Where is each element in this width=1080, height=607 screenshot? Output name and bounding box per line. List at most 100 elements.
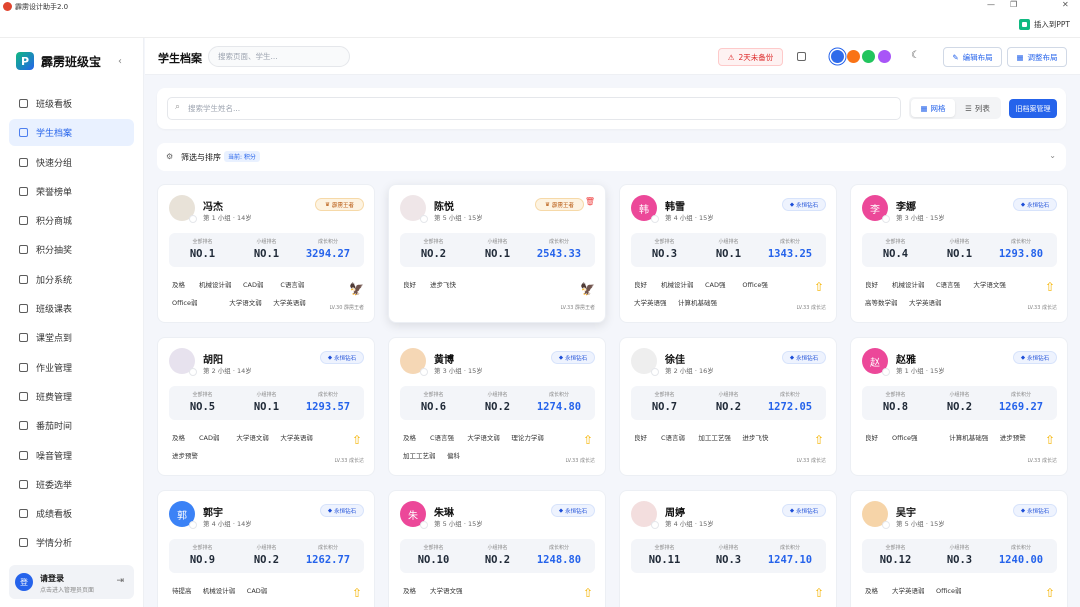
theme-color-swatch[interactable] — [846, 50, 860, 63]
verified-icon — [189, 521, 197, 529]
level-text: LV.33 霹雳王者 — [560, 305, 595, 311]
stat-score: 成长积分 1293.57 — [297, 391, 359, 413]
level-text: LV.33 成长达 — [1027, 305, 1057, 311]
stat-value: NO.9 — [189, 554, 216, 566]
student-tag: 良好 — [634, 281, 647, 289]
student-avatar: 韩 — [631, 195, 659, 223]
sidebar-item-label: 快速分组 — [36, 158, 73, 169]
grid-view-label: 网格 — [930, 103, 946, 113]
nav-icon — [19, 99, 28, 108]
login-card[interactable]: 登 请登录 点击进入管理员页面 ⇥ — [9, 565, 134, 599]
stat-rank-group: 小组排名 NO.1 — [239, 238, 294, 260]
stat-value: 1293.80 — [998, 248, 1044, 260]
rank-badge-label: 永恒钻石 — [796, 355, 819, 362]
student-card[interactable]: 黄博第 3 小组 · 15岁 ◆ 永恒钻石 全部排名 NO.6 小组排名 NO.2 成长积分 1… — [388, 337, 606, 476]
sidebar-item[interactable]: 噪音管理 — [9, 442, 134, 469]
close-button[interactable]: ✕ — [1062, 0, 1069, 9]
student-card[interactable]: 郭 郭宇第 4 小组 · 14岁 ◆ 永恒钻石 全部排名 NO.9 小组排名 NO.2 成长积分… — [157, 490, 375, 607]
stat-value: NO.5 — [189, 401, 216, 413]
stat-rank-all: 全部排名 NO.4 — [868, 238, 923, 260]
adjust-layout-button[interactable]: ▦ 调整布局 — [1007, 47, 1067, 67]
student-card[interactable]: 周婷第 4 小组 · 15岁 ◆ 永恒钻石 全部排名 NO.11 小组排名 NO.3 成长积分… — [619, 490, 837, 607]
sidebar-item[interactable]: 班级看板 — [9, 90, 134, 117]
logout-icon[interactable]: ⇥ — [116, 576, 124, 586]
student-tag: 待提高 — [172, 587, 192, 595]
student-card[interactable]: 吴宇第 5 小组 · 15岁 ◆ 永恒钻石 全部排名 NO.12 小组排名 NO.3 成长积分… — [850, 490, 1068, 607]
login-title: 请登录 — [40, 574, 64, 583]
maximize-button[interactable]: ❐ — [1010, 0, 1017, 9]
sidebar-item[interactable]: 成绩看板 — [9, 500, 134, 527]
student-card[interactable]: 陈悦第 5 小组 · 15岁 ♛ 霹雳王者 🗑 全部排名 NO.2 小组排名 NO.1 成长积分… — [388, 184, 606, 323]
student-tag: 加工工艺弱 — [403, 452, 436, 460]
stat-value: 1343.25 — [767, 248, 813, 260]
nav-icon — [19, 216, 28, 226]
sidebar-item[interactable]: 班级课表 — [9, 295, 134, 322]
sidebar-item[interactable]: 课堂点到 — [9, 324, 134, 351]
stat-label: 成长积分 — [779, 239, 800, 245]
student-search-input[interactable]: 搜索学生姓名... — [167, 97, 901, 120]
nav-icon — [19, 274, 28, 284]
collapse-icon[interactable]: ‹ — [118, 56, 122, 67]
sidebar-item[interactable]: 积分商城 — [9, 207, 134, 234]
eagle-icon: 🦅 — [580, 282, 595, 296]
chevron-down-icon[interactable]: ⌄ — [1049, 151, 1056, 160]
nav-icon — [19, 479, 28, 489]
level-text: LV.33 成长达 — [796, 458, 826, 464]
stat-value: NO.7 — [651, 401, 678, 413]
student-card[interactable]: 徐佳第 2 小组 · 16岁 ◆ 永恒钻石 全部排名 NO.7 小组排名 NO.2 成长积分 1… — [619, 337, 837, 476]
stat-rank-all: 全部排名 NO.3 — [637, 238, 692, 260]
ppt-icon — [1018, 19, 1030, 30]
archive-management-button[interactable]: 旧档案管理 — [1009, 99, 1057, 118]
edit-layout-button[interactable]: ✎ 编辑布局 — [943, 47, 1002, 67]
stat-label: 成长积分 — [1010, 239, 1031, 245]
level-up-icon: ⇧ — [1044, 433, 1055, 447]
student-tag: CAD弱 — [199, 434, 220, 442]
student-name: 冯杰 — [203, 202, 223, 213]
sidebar-item[interactable]: 加分系统 — [9, 266, 134, 293]
student-tag: 进步预警 — [999, 434, 1026, 442]
sidebar-item[interactable]: 作业管理 — [9, 354, 134, 381]
theme-color-swatch[interactable] — [831, 50, 844, 63]
student-card[interactable]: 胡阳第 2 小组 · 14岁 ◆ 永恒钻石 全部排名 NO.5 小组排名 NO.1 成长积分 1… — [157, 337, 375, 476]
student-tag: 及格 — [865, 587, 878, 595]
page-title: 学生档案 — [158, 52, 202, 65]
sidebar-item[interactable]: 快速分组 — [9, 149, 134, 176]
sidebar-item-label: 荣誉榜单 — [36, 187, 73, 198]
student-tag: 进步飞快 — [430, 281, 456, 289]
diamond-icon: ◆ — [1020, 201, 1026, 208]
stats-panel: 全部排名 NO.5 小组排名 NO.1 成长积分 1293.57 — [169, 386, 364, 420]
student-tag: 良好 — [865, 434, 878, 442]
student-card[interactable]: 赵 赵雅第 1 小组 · 15岁 ◆ 永恒钻石 全部排名 NO.8 小组排名 NO.2 成长积分… — [850, 337, 1068, 476]
student-card[interactable]: 冯杰第 1 小组 · 14岁 ♛ 霹雳王者 全部排名 NO.1 小组排名 NO.1 成长积分 3… — [157, 184, 375, 323]
backup-warning-badge[interactable]: ⚠ 2天未备份 — [718, 48, 783, 66]
global-search-input[interactable]: 搜索页面、学生... — [208, 46, 350, 67]
sidebar-item[interactable]: 番茄时间 — [9, 412, 134, 439]
sidebar-item[interactable]: 荣誉榜单 — [9, 178, 134, 205]
sidebar-item[interactable]: 学生档案 — [9, 119, 134, 147]
theme-color-swatch[interactable] — [862, 50, 875, 63]
rank-badge: ◆ 永恒钻石 — [320, 351, 364, 364]
sidebar-item[interactable]: 班委选举 — [9, 471, 134, 498]
student-info: 第 2 小组 · 14岁 — [203, 367, 252, 375]
layout-toggle-icon[interactable] — [797, 52, 806, 61]
theme-color-swatch[interactable] — [877, 50, 891, 63]
sidebar-item[interactable]: 班费管理 — [9, 383, 134, 410]
insert-ppt-button[interactable]: 插入到PPT — [1018, 19, 1070, 30]
sidebar-item[interactable]: 学情分析 — [9, 529, 134, 556]
filter-sort-bar[interactable]: ⚙ 筛选与排序 当前: 积分 ⌄ — [157, 143, 1066, 171]
sidebar-item[interactable]: 积分抽奖 — [9, 236, 134, 263]
sidebar-item-label: 积分抽奖 — [36, 246, 73, 257]
dark-mode-icon[interactable]: ☾ — [911, 50, 920, 61]
minimize-button[interactable]: — — [987, 0, 995, 9]
stat-label: 小组排名 — [256, 239, 277, 245]
grid-view-button[interactable]: ▦ 网格 — [911, 99, 955, 117]
student-card[interactable]: 李 李娜第 3 小组 · 15岁 ◆ 永恒钻石 全部排名 NO.4 小组排名 NO.1 成长积分… — [850, 184, 1068, 323]
delete-icon[interactable]: 🗑 — [585, 197, 595, 206]
student-card[interactable]: 韩 韩雪第 4 小组 · 15岁 ◆ 永恒钻石 全部排名 NO.3 小组排名 NO.1 成长积分… — [619, 184, 837, 323]
stat-label: 全部排名 — [423, 545, 444, 551]
student-tag: 大学语文弱 — [467, 434, 500, 442]
student-card[interactable]: 朱 朱琳第 5 小组 · 15岁 ◆ 永恒钻石 全部排名 NO.10 小组排名 NO.2 成长积… — [388, 490, 606, 607]
sidebar-item-label: 积分商城 — [36, 217, 73, 228]
crown-icon: ♛ — [545, 201, 550, 208]
list-view-button[interactable]: ☰ 列表 — [956, 99, 999, 117]
